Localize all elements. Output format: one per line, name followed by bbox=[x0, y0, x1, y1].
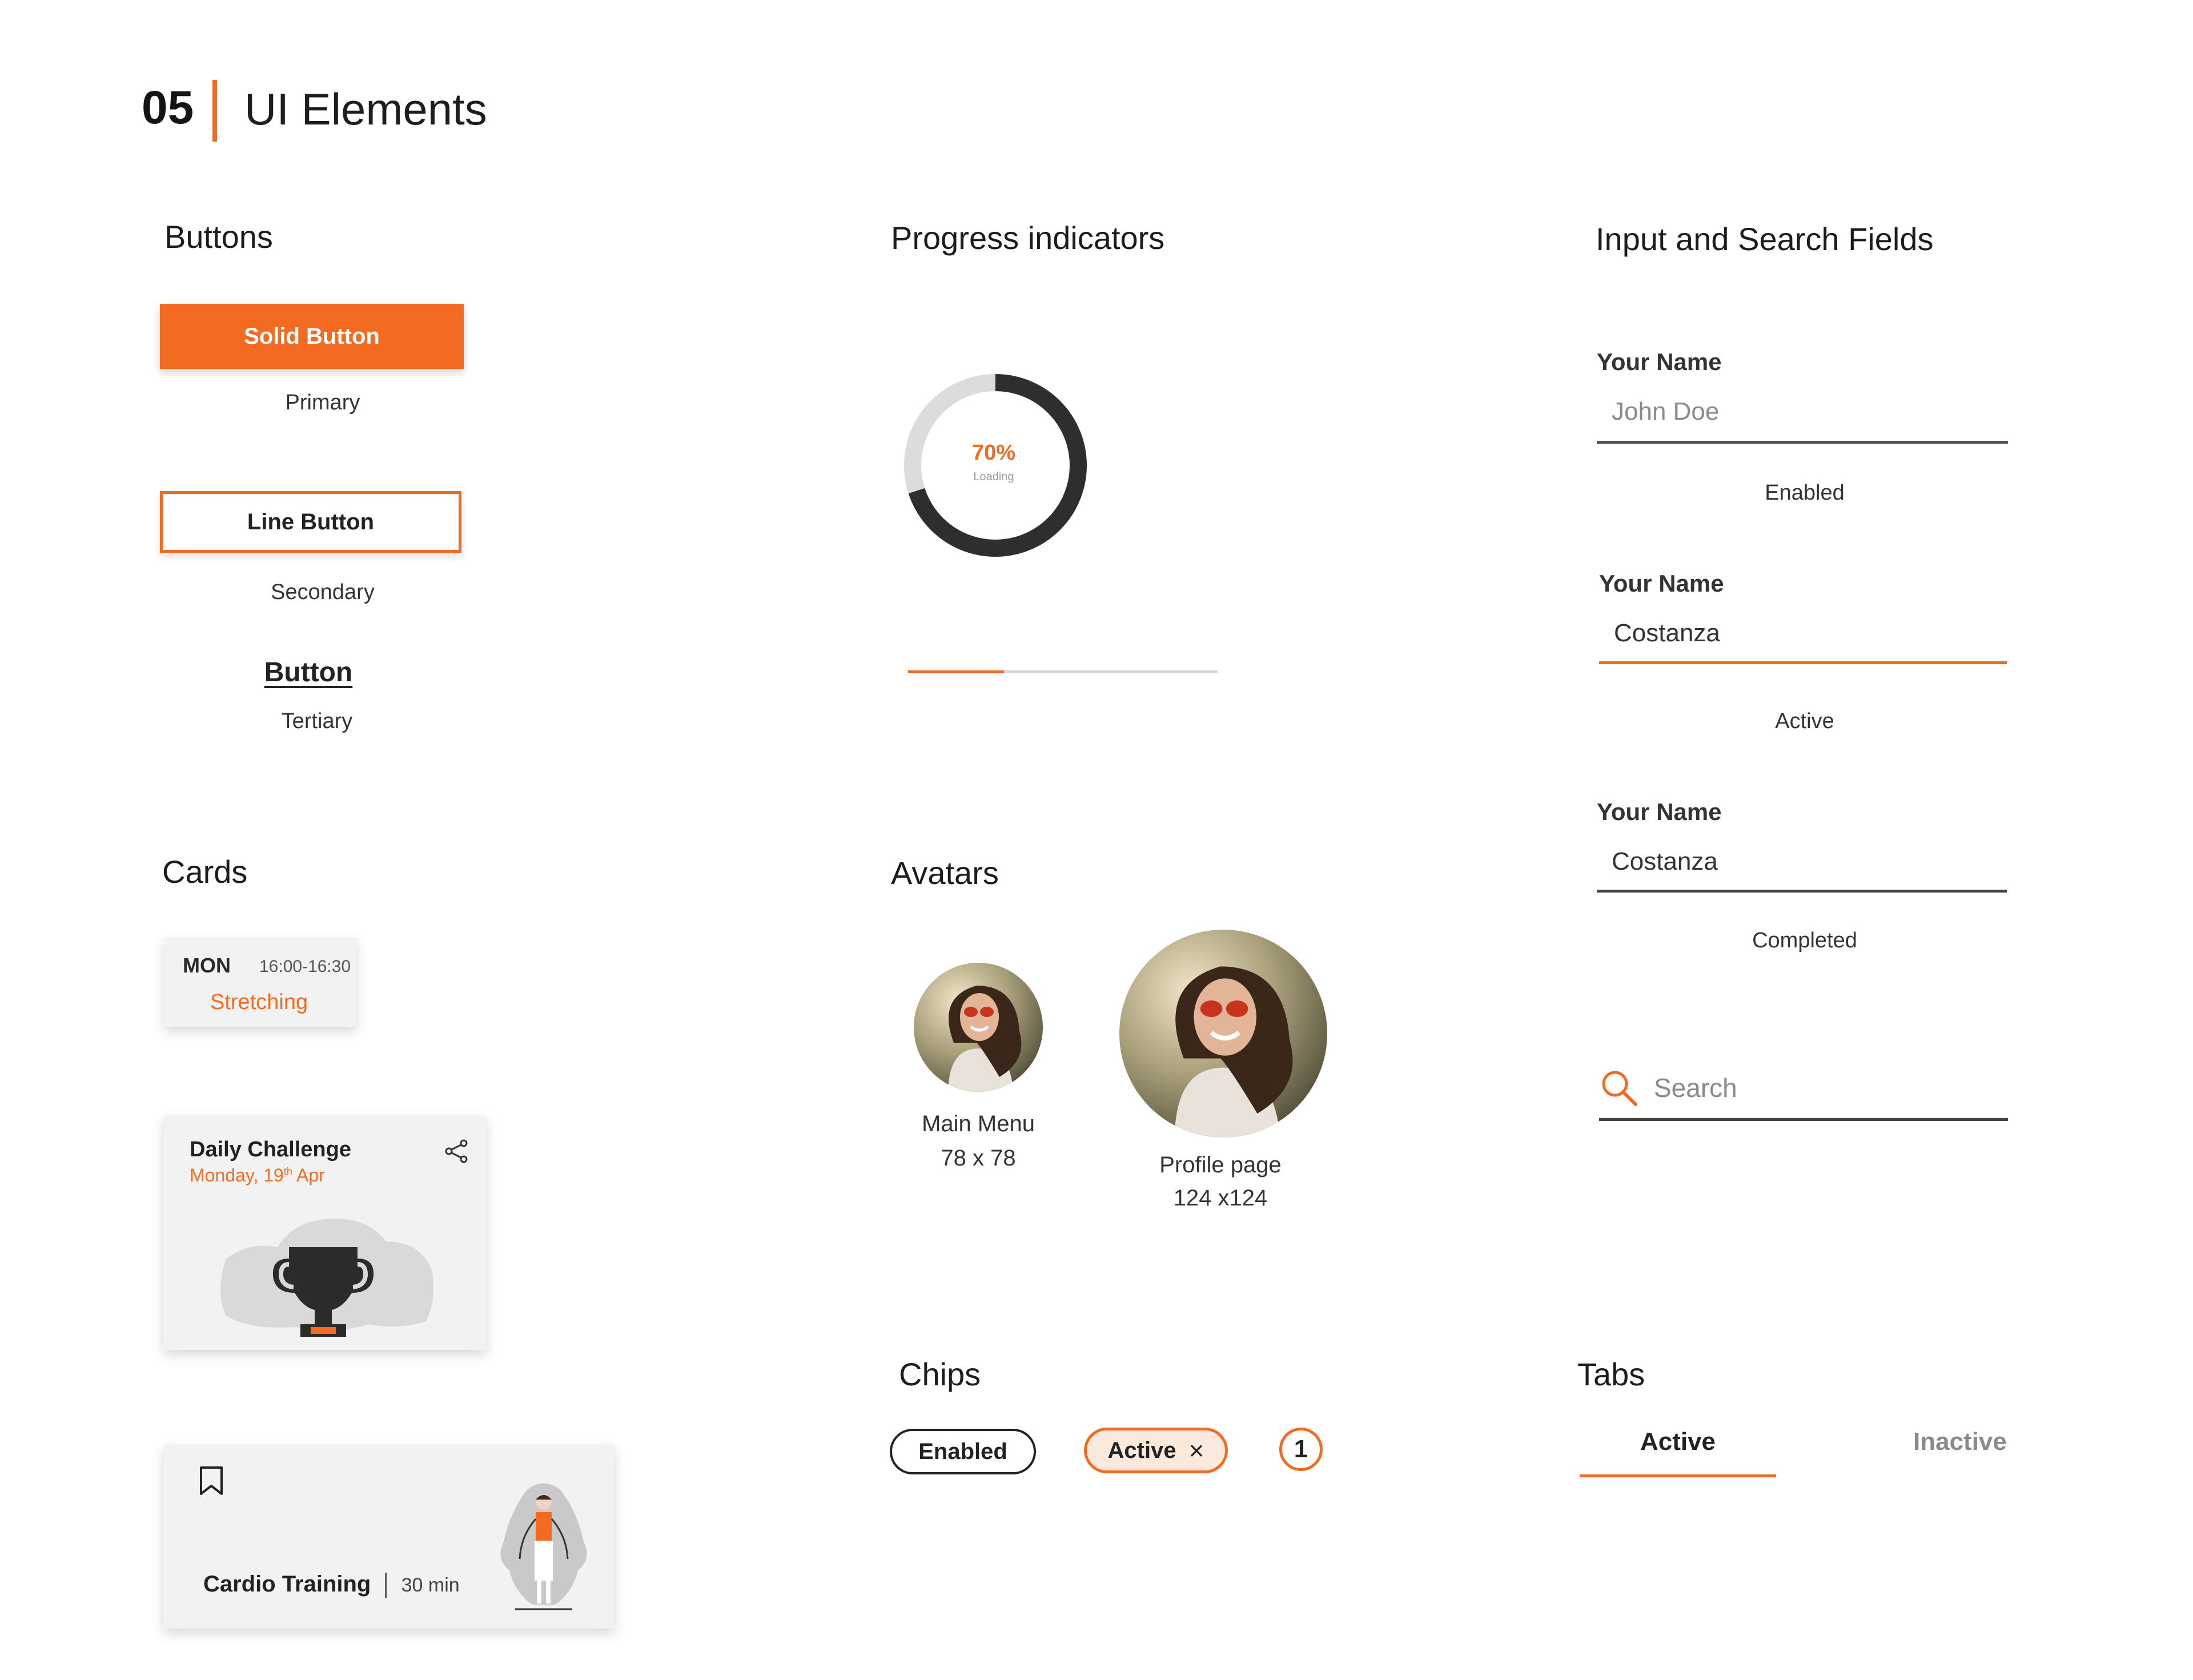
meta-divider bbox=[385, 1573, 387, 1598]
jump-rope-person bbox=[500, 1483, 587, 1610]
workout-title: Cardio Training bbox=[203, 1572, 371, 1597]
inputs-section-title: Input and Search Fields bbox=[1596, 221, 1934, 257]
challenge-date: Monday, 19th Apr bbox=[190, 1165, 325, 1186]
name-input-active[interactable]: Costanza bbox=[1614, 619, 1720, 648]
count-badge: 1 bbox=[1279, 1428, 1323, 1471]
progress-percent: 70% bbox=[971, 441, 1016, 465]
header-divider bbox=[212, 80, 217, 142]
chip-active[interactable]: Active × bbox=[1084, 1428, 1228, 1473]
challenge-title: Daily Challenge bbox=[190, 1138, 351, 1161]
secondary-caption: Secondary bbox=[271, 580, 375, 604]
progress-label: Loading bbox=[973, 471, 1014, 483]
challenge-card[interactable]: Daily Challenge Monday, 19th Apr bbox=[163, 1116, 487, 1350]
tab-active-indicator bbox=[1580, 1474, 1776, 1477]
tertiary-caption: Tertiary bbox=[281, 709, 353, 733]
avatar-small[interactable] bbox=[914, 963, 1043, 1092]
linear-progress-bar bbox=[908, 670, 1218, 673]
buttons-section-title: Buttons bbox=[164, 219, 273, 255]
field-state-completed: Completed bbox=[1752, 929, 1857, 952]
avatar-small-size: 78 x 78 bbox=[941, 1146, 1016, 1171]
line-button[interactable]: Line Button bbox=[160, 491, 461, 553]
field-label-completed: Your Name bbox=[1597, 798, 1722, 825]
avatar-large-size: 124 x124 bbox=[1173, 1185, 1268, 1211]
page-title: UI Elements bbox=[244, 84, 487, 134]
avatar-large[interactable] bbox=[1119, 930, 1327, 1138]
field-state-enabled: Enabled bbox=[1765, 481, 1845, 505]
workout-duration: 30 min bbox=[401, 1574, 460, 1596]
field-underline bbox=[1597, 441, 2008, 444]
search-input[interactable] bbox=[1654, 1072, 1985, 1103]
challenge-date-suffix: th bbox=[283, 1165, 292, 1177]
field-underline bbox=[1597, 890, 2007, 893]
trophy-icon bbox=[220, 1219, 434, 1337]
tabs-section-title: Tabs bbox=[1577, 1356, 1645, 1392]
name-input-completed[interactable]: Costanza bbox=[1612, 847, 1718, 876]
primary-caption: Primary bbox=[285, 391, 360, 415]
section-number: 05 bbox=[142, 82, 194, 134]
schedule-card[interactable]: MON 16:00-16:30 Stretching bbox=[164, 938, 356, 1027]
share-icon[interactable] bbox=[443, 1138, 471, 1165]
workout-meta: Cardio Training 30 min bbox=[203, 1572, 460, 1598]
field-label-enabled: Your Name bbox=[1597, 348, 1722, 375]
schedule-day: MON bbox=[183, 954, 231, 977]
schedule-time: 16:00-16:30 bbox=[259, 957, 351, 976]
bookmark-icon[interactable] bbox=[199, 1465, 224, 1496]
search-icon bbox=[1602, 1071, 1637, 1106]
circular-progress bbox=[904, 374, 1087, 557]
workout-card[interactable]: Cardio Training 30 min bbox=[163, 1445, 614, 1629]
chip-active-label: Active bbox=[1107, 1437, 1176, 1463]
avatar-photo bbox=[1119, 930, 1327, 1138]
tertiary-button[interactable]: Button bbox=[240, 657, 377, 688]
chips-section-title: Chips bbox=[899, 1356, 981, 1392]
field-underline-active bbox=[1599, 661, 2007, 664]
challenge-date-day: Monday, 19 bbox=[190, 1165, 284, 1185]
close-icon[interactable]: × bbox=[1189, 1435, 1204, 1466]
schedule-activity: Stretching bbox=[210, 990, 308, 1014]
field-label-active: Your Name bbox=[1599, 570, 1724, 597]
progress-section-title: Progress indicators bbox=[891, 220, 1165, 256]
search-underline bbox=[1599, 1118, 2008, 1121]
avatar-photo bbox=[914, 963, 1043, 1092]
challenge-date-month: Apr bbox=[292, 1165, 325, 1185]
solid-button[interactable]: Solid Button bbox=[160, 304, 464, 369]
chip-enabled[interactable]: Enabled bbox=[890, 1429, 1036, 1474]
cards-section-title: Cards bbox=[162, 854, 248, 890]
avatars-section-title: Avatars bbox=[891, 855, 999, 891]
tab-inactive[interactable]: Inactive bbox=[1913, 1428, 2007, 1456]
linear-progress-fill bbox=[908, 670, 1005, 673]
tab-active[interactable]: Active bbox=[1580, 1428, 1776, 1456]
name-input-enabled[interactable]: John Doe bbox=[1612, 397, 1719, 426]
avatar-large-name: Profile page bbox=[1159, 1152, 1282, 1177]
avatar-small-name: Main Menu bbox=[922, 1111, 1035, 1136]
field-state-active: Active bbox=[1775, 709, 1834, 733]
